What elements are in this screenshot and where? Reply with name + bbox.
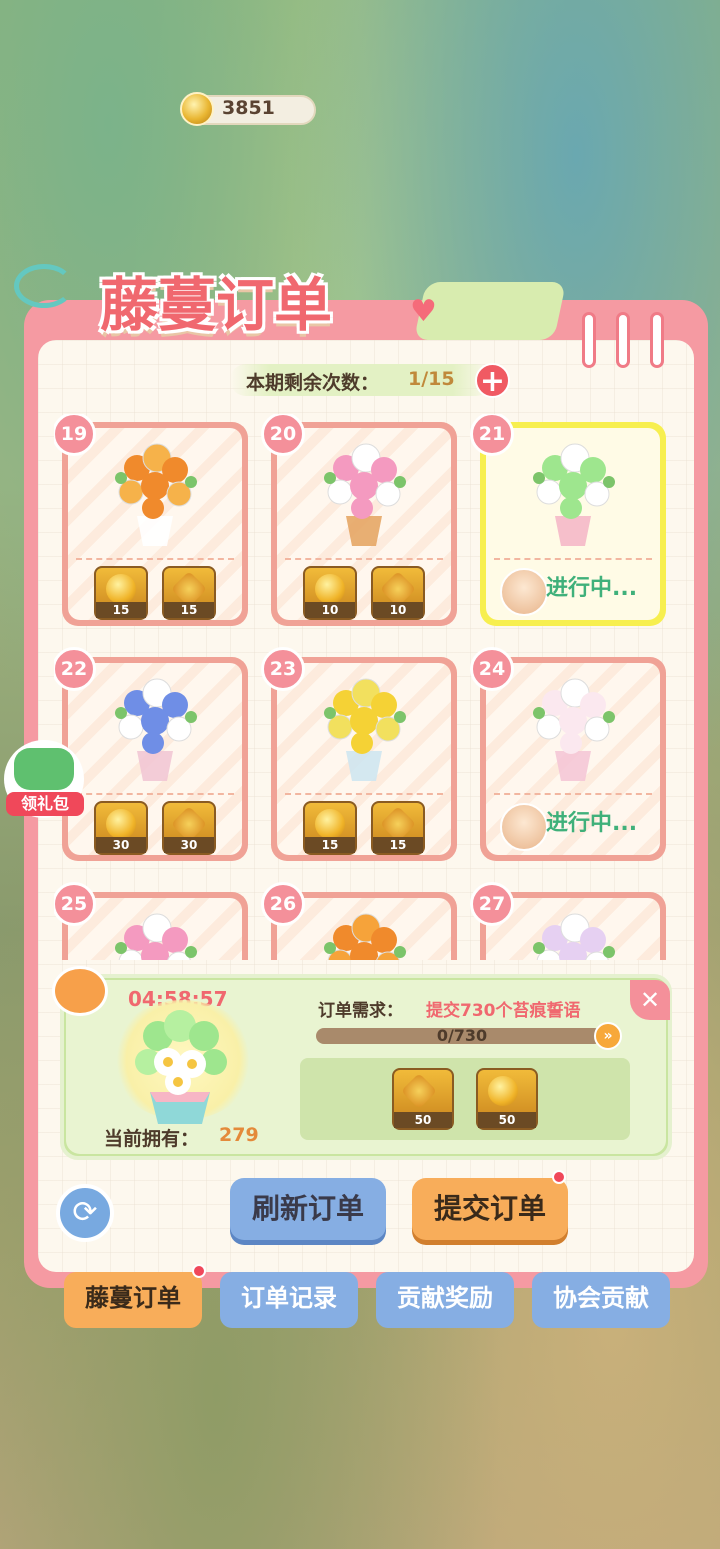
order-card-22[interactable]: 30 30 22 (54, 647, 248, 861)
owned-label: 当前拥有： (104, 1128, 200, 1150)
binder-rings (582, 312, 664, 368)
reward-quantity: 15 (96, 602, 146, 618)
in-progress-label: 进行中... (546, 811, 638, 836)
reward-badge-icon[interactable]: 30 (162, 801, 216, 855)
requirement-progress-text: 0/730 (436, 1026, 488, 1045)
order-card-26[interactable]: 26 (261, 882, 457, 960)
order-card-27[interactable]: 27 (470, 882, 666, 960)
order-reward-list: 50 50 (392, 1068, 552, 1132)
owned-value: 279 (219, 1124, 259, 1146)
refresh-order-button[interactable]: 刷新订单 (230, 1178, 386, 1240)
order-number-badge: 23 (261, 647, 305, 691)
bouquet-image (324, 678, 406, 781)
order-number-badge: 20 (261, 414, 305, 456)
ring-icon (582, 312, 596, 368)
gift-pack-label: 领礼包 (6, 792, 84, 816)
order-card-19[interactable]: 15 15 19 (54, 414, 248, 626)
order-number-badge: 22 (54, 647, 96, 691)
selected-bouquet-image (135, 1010, 227, 1124)
in-progress-label: 进行中... (546, 576, 638, 601)
order-card-20[interactable]: 10 10 20 (261, 414, 457, 626)
order-number-badge: 27 (470, 882, 514, 926)
order-number-badge: 26 (261, 882, 305, 926)
helper-avatar (500, 803, 548, 851)
reward-coin-icon[interactable]: 15 (94, 566, 148, 620)
bouquet-image (533, 678, 615, 781)
coin-icon (488, 1076, 518, 1106)
reward-badge-icon[interactable]: 15 (371, 801, 425, 855)
remaining-label: 本期剩余次数： (246, 372, 380, 394)
card-divider (76, 558, 234, 560)
fast-forward-icon[interactable]: » (594, 1022, 622, 1050)
reward-coin-icon[interactable]: 15 (303, 801, 357, 855)
panel-title: 藤蔓订单 (100, 271, 333, 339)
tab-notification-dot (192, 1264, 206, 1278)
reward-quantity: 50 (478, 1112, 536, 1128)
order-grid[interactable]: 15 15 19 10 10 20 进行中... 21 30 30 22 15 … (54, 414, 676, 960)
reward-quantity: 15 (164, 602, 214, 618)
bouquet-image (533, 913, 615, 960)
reward-badge-icon[interactable]: 15 (162, 566, 216, 620)
reward-coin-icon[interactable]: 50 (476, 1068, 538, 1130)
ring-icon (616, 312, 630, 368)
reward-coin-icon[interactable]: 30 (94, 801, 148, 855)
helper-avatar (500, 568, 548, 616)
coin-icon (106, 574, 136, 604)
ring-icon (650, 312, 664, 368)
card-divider (285, 793, 443, 795)
reward-quantity: 15 (305, 837, 355, 853)
notification-dot (552, 1170, 566, 1184)
card-divider (494, 558, 652, 560)
requirement-label: 订单需求： (318, 1001, 403, 1021)
coin-icon (315, 574, 345, 604)
coin-icon (180, 92, 214, 126)
submit-order-button[interactable]: 提交订单 (412, 1178, 568, 1240)
reward-coin-icon[interactable]: 10 (303, 566, 357, 620)
heart-icon: ♥ (410, 294, 437, 329)
reward-quantity: 30 (96, 837, 146, 853)
reward-quantity: 10 (305, 602, 355, 618)
tab-guild-contribution[interactable]: 协会贡献 (532, 1272, 670, 1328)
bouquet-image (533, 443, 615, 546)
bouquet-image (115, 913, 197, 960)
refresh-cycle-icon[interactable]: ⟳ (56, 1184, 114, 1242)
swirl-decoration-icon (14, 264, 74, 308)
order-card-24[interactable]: 进行中... 24 (470, 647, 666, 861)
order-number-badge: 21 (470, 414, 514, 456)
tab-contribution-rewards[interactable]: 贡献奖励 (376, 1272, 514, 1328)
card-divider (494, 793, 652, 795)
order-card-23[interactable]: 15 15 23 (261, 647, 457, 861)
reward-quantity: 30 (164, 837, 214, 853)
close-detail-button[interactable]: ✕ (630, 980, 670, 1020)
reward-badge-icon[interactable]: 10 (371, 566, 425, 620)
tab-vine-orders[interactable]: 藤蔓订单 (64, 1272, 202, 1328)
remaining-value: 1/15 (408, 368, 455, 390)
gamepad-icon (14, 748, 74, 790)
coin-icon (315, 809, 345, 839)
order-number-badge: 25 (54, 882, 96, 926)
reward-badge-icon[interactable]: 50 (392, 1068, 454, 1130)
reward-quantity: 15 (373, 837, 423, 853)
order-number-badge: 24 (470, 647, 514, 691)
swap-order-icon[interactable] (52, 966, 108, 1016)
bouquet-image (324, 913, 406, 960)
card-divider (285, 558, 443, 560)
reward-quantity: 10 (373, 602, 423, 618)
card-divider (76, 793, 234, 795)
tab-order-history[interactable]: 订单记录 (220, 1272, 358, 1328)
add-attempts-button[interactable]: + (475, 363, 510, 398)
bouquet-image (115, 443, 197, 546)
bouquet-image (324, 443, 406, 546)
coin-icon (106, 809, 136, 839)
currency-amount: 3851 (222, 97, 275, 119)
bouquet-image (115, 678, 197, 781)
requirement-value: 提交730个苔痕誓语 (426, 1001, 581, 1021)
order-card-25[interactable]: 25 (54, 882, 248, 960)
order-card-21[interactable]: 进行中... 21 (470, 414, 666, 626)
reward-quantity: 50 (394, 1112, 452, 1128)
badge-icon (400, 1072, 438, 1110)
